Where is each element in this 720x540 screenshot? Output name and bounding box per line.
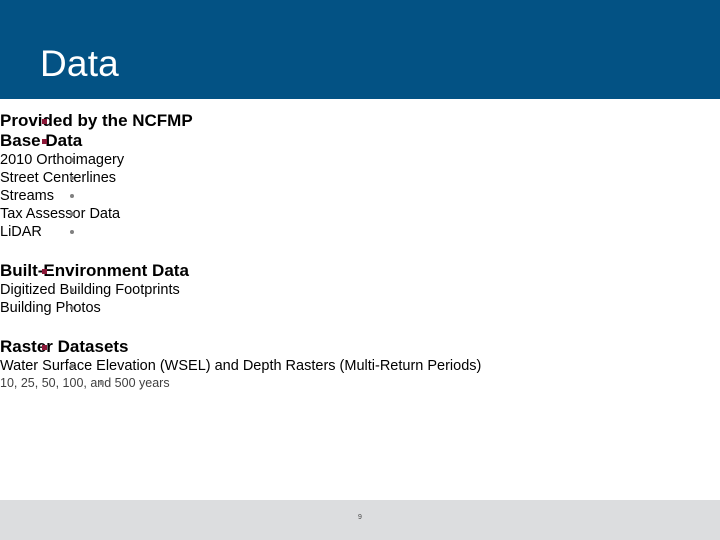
list-item: Street Centerlines: [0, 169, 720, 187]
list-item: Streams: [0, 187, 720, 205]
list-item-label: Digitized Building Footprints: [0, 282, 180, 298]
square-bullet-icon: [42, 345, 47, 350]
page-title: Data: [40, 43, 119, 84]
list-item-label: Provided by the NCFMP: [0, 111, 193, 130]
list-item-label: Tax Assessor Data: [0, 206, 121, 222]
square-bullet-icon: [42, 139, 47, 144]
list-item-label: 10, 25, 50, 100, and 500 years: [0, 376, 170, 390]
list-item-label: Built-Environment Data: [0, 261, 189, 280]
list-item-label: Raster Datasets: [0, 337, 129, 356]
small-square-bullet-icon: [100, 381, 104, 385]
list-item: Raster Datasets: [0, 337, 720, 357]
list-item: Digitized Building Footprints: [0, 281, 720, 299]
list-item: Built-Environment Data: [0, 261, 720, 281]
list-item-label: LiDAR: [0, 224, 42, 240]
dot-bullet-icon: [70, 194, 74, 198]
slide: Data Provided by the NCFMP Base Data 201…: [0, 0, 720, 540]
list-item: Provided by the NCFMP: [0, 111, 720, 131]
list-item: Building Photos: [0, 299, 720, 317]
list-item-label: 2010 Orthoimagery: [0, 152, 125, 168]
list-item: 2010 Orthoimagery: [0, 151, 720, 169]
list-item-label: Street Centerlines: [0, 170, 117, 186]
content-bullet-list: Provided by the NCFMP Base Data 2010 Ort…: [0, 111, 720, 391]
square-bullet-icon: [42, 119, 47, 124]
page-number: 9: [358, 514, 362, 521]
slide-body: Provided by the NCFMP Base Data 2010 Ort…: [0, 99, 720, 500]
list-item-label: Building Photos: [0, 300, 101, 316]
dot-bullet-icon: [70, 158, 74, 162]
list-item: 10, 25, 50, 100, and 500 years: [0, 375, 720, 391]
square-bullet-icon: [42, 269, 47, 274]
dot-bullet-icon: [70, 364, 74, 368]
list-item: Water Surface Elevation (WSEL) and Depth…: [0, 357, 720, 375]
list-item: Tax Assessor Data: [0, 205, 720, 223]
dot-bullet-icon: [70, 288, 74, 292]
list-item: Base Data: [0, 131, 720, 151]
list-item: LiDAR: [0, 223, 720, 241]
dot-bullet-icon: [70, 176, 74, 180]
dot-bullet-icon: [70, 230, 74, 234]
dot-bullet-icon: [70, 306, 74, 310]
list-item-label: Streams: [0, 188, 54, 204]
dot-bullet-icon: [70, 212, 74, 216]
